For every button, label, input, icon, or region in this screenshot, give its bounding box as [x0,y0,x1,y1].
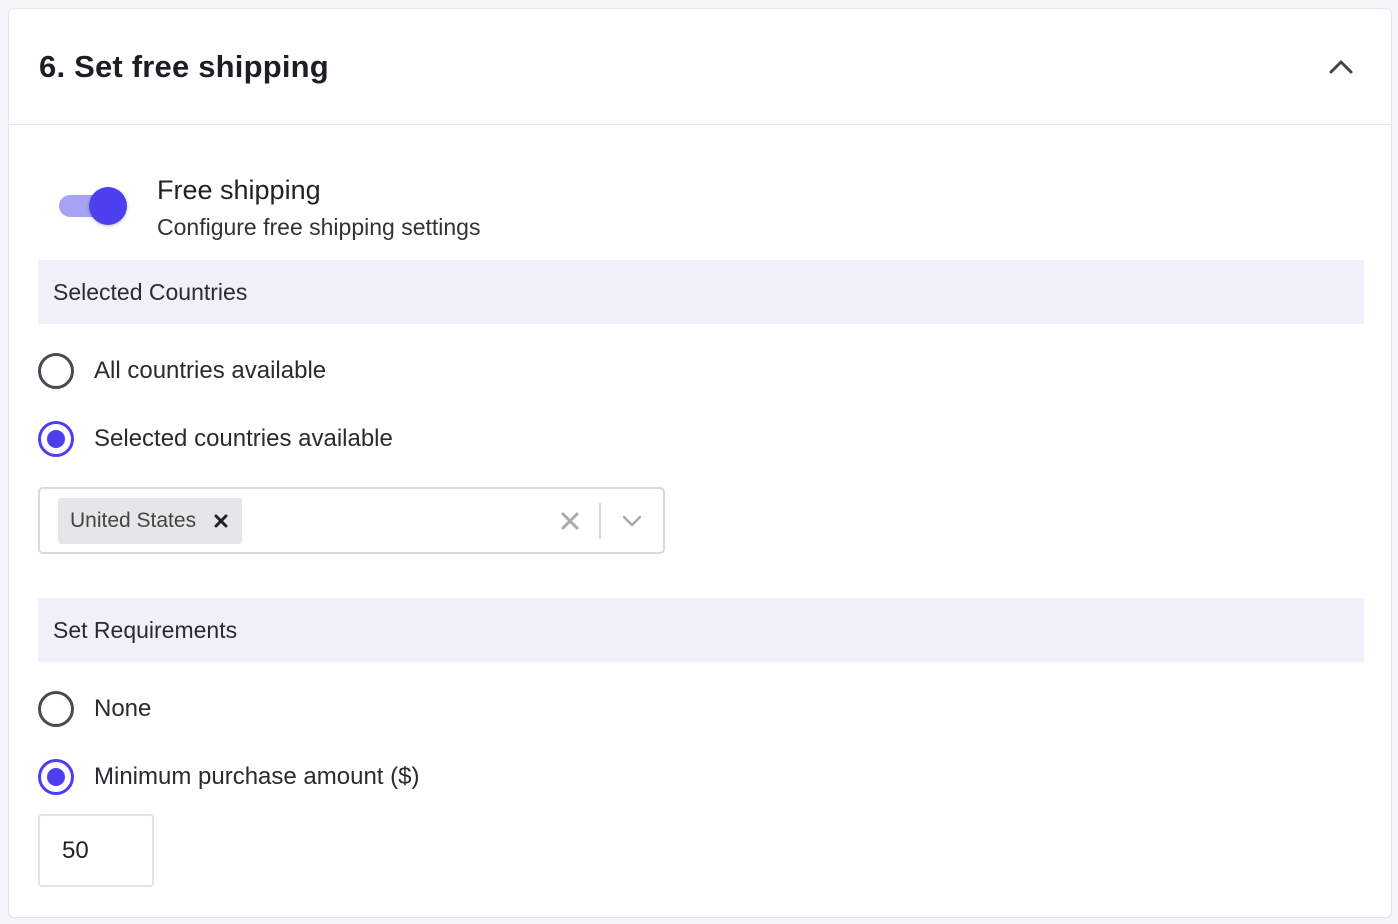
clear-icon [561,512,579,529]
radio-minimum-purchase[interactable]: Minimum purchase amount ($) [38,759,419,795]
free-shipping-toggle-row: Free shipping Configure free shipping se… [59,173,480,241]
multiselect-controls [555,489,663,552]
remove-chip-button[interactable] [212,512,230,530]
free-shipping-title: Free shipping [157,175,321,205]
chip-label: United States [70,508,197,532]
radio-label: Selected countries available [94,425,393,452]
free-shipping-subtitle: Configure free shipping settings [157,214,481,240]
radio-selected-countries[interactable]: Selected countries available [38,421,393,457]
section-set-requirements: Set Requirements [38,598,1364,662]
radio-dot [47,768,65,786]
radio-button[interactable] [38,759,74,795]
radio-button[interactable] [38,421,74,457]
toggle-knob [89,187,127,225]
section-selected-countries: Selected Countries [38,260,1364,324]
toggle-text: Free shipping Configure free shipping se… [157,173,480,241]
minimum-amount-input[interactable] [38,814,154,887]
chevron-up-icon [1329,60,1353,73]
radio-all-countries[interactable]: All countries available [38,353,326,389]
radio-label: Minimum purchase amount ($) [94,763,420,790]
close-icon [214,514,228,527]
radio-dot [47,430,65,448]
radio-label: All countries available [94,357,327,384]
country-chip: United States [58,497,243,544]
dropdown-toggle-button[interactable] [601,489,663,552]
radio-button[interactable] [38,691,74,727]
free-shipping-panel: 6. Set free shipping Free shipping Confi… [8,8,1392,918]
panel-header[interactable]: 6. Set free shipping [9,9,1391,125]
panel-title: 6. Set free shipping [39,48,329,84]
radio-requirement-none[interactable]: None [38,691,151,727]
free-shipping-toggle[interactable] [59,185,129,225]
clear-selection-button[interactable] [555,506,585,536]
collapse-button[interactable] [1321,47,1361,87]
radio-button[interactable] [38,353,74,389]
radio-label: None [94,695,152,722]
country-multiselect[interactable]: United States [38,487,665,554]
chevron-down-icon [622,515,642,526]
